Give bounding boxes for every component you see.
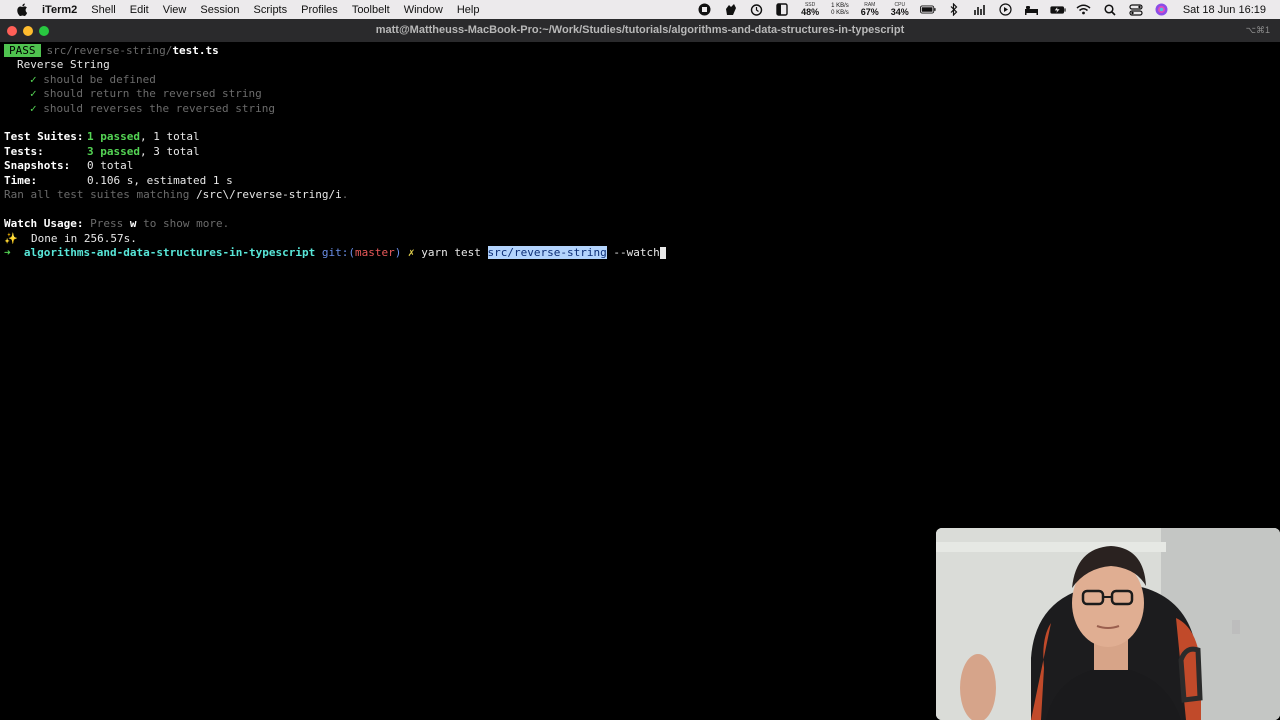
selected-argument[interactable]: src/reverse-string: [487, 246, 607, 259]
watch-usage-line: Watch Usage: Press w to show more.: [4, 217, 229, 231]
watch-label: Watch Usage:: [4, 217, 84, 230]
ssd-usage[interactable]: SSD 48%: [801, 2, 820, 17]
prompt-directory: algorithms-and-data-structures-in-typesc…: [23, 246, 316, 259]
terminal-title-bar: matt@Mattheuss-MacBook-Pro:~/Work/Studie…: [0, 19, 1280, 42]
wifi-icon[interactable]: [1076, 4, 1092, 16]
test-name: should be defined: [43, 73, 156, 86]
menu-profiles[interactable]: Profiles: [301, 4, 338, 16]
summary-label: Snapshots:: [4, 159, 71, 172]
ssd-value: 48%: [801, 6, 820, 17]
git-branch: master: [355, 246, 395, 259]
menu-edit[interactable]: Edit: [130, 4, 149, 16]
sidebar-icon[interactable]: [774, 3, 790, 16]
command-text[interactable]: yarn test: [421, 246, 487, 259]
test-file-line: PASS src/reverse-string/test.ts: [4, 44, 219, 58]
summary-suites: Test Suites: 1 passed, 1 total: [4, 130, 200, 144]
dirty-marker: ✗: [408, 246, 415, 259]
check-icon: ✓: [30, 102, 37, 115]
done-text: Done in 256.57s.: [17, 232, 137, 245]
network-speed[interactable]: 1 KB/s 0 KB/s: [831, 3, 849, 17]
summary-total: , 1 total: [139, 130, 200, 143]
menu-toolbelt[interactable]: Toolbelt: [352, 4, 390, 16]
cpu-usage[interactable]: CPU 34%: [890, 2, 909, 17]
network-down: 0 KB/s: [831, 9, 849, 16]
network-icon[interactable]: [972, 4, 988, 16]
timer-icon[interactable]: [748, 4, 764, 16]
test-result-line: ✓ should be defined: [30, 73, 156, 87]
ran-pattern: /src\/reverse-string/i: [196, 188, 342, 201]
text-cursor: [659, 247, 666, 259]
ram-usage[interactable]: RAM 67%: [860, 2, 879, 17]
test-name: should return the reversed string: [43, 87, 262, 100]
watch-text: Press: [90, 217, 130, 230]
apple-icon[interactable]: [15, 0, 29, 19]
summary-label: Tests:: [4, 145, 44, 158]
test-path-file: test.ts: [172, 44, 219, 57]
summary-passed: 1 passed: [87, 130, 140, 143]
git-label: git:(: [321, 246, 356, 259]
ran-all-line: Ran all test suites matching /src\/rever…: [4, 188, 348, 202]
ram-value: 67%: [860, 6, 879, 17]
done-line: ✨ Done in 256.57s.: [4, 232, 137, 246]
test-result-line: ✓ should return the reversed string: [30, 87, 262, 101]
summary-tests: Tests: 3 passed, 3 total: [4, 145, 200, 159]
summary-snapshots: Snapshots: 0 total: [4, 159, 133, 173]
check-icon: ✓: [30, 73, 37, 86]
bluetooth-icon[interactable]: [946, 3, 962, 16]
cpu-value: 34%: [890, 6, 909, 17]
menu-window[interactable]: Window: [404, 4, 443, 16]
summary-time: Time: 0.106 s, estimated 1 s: [4, 174, 233, 188]
check-icon: ✓: [30, 87, 37, 100]
prompt-arrow-icon: ➜: [4, 246, 11, 259]
summary-label: Test Suites:: [4, 130, 84, 143]
menu-scripts[interactable]: Scripts: [254, 4, 288, 16]
network-up: 1 KB/s: [831, 2, 849, 9]
macos-menu-bar: iTerm2 Shell Edit View Session Scripts P…: [0, 0, 1280, 19]
test-path-dir: src/reverse-string/: [46, 44, 173, 57]
play-circle-icon[interactable]: [998, 3, 1014, 16]
suite-name: Reverse String: [17, 58, 110, 71]
webcam-overlay: [936, 528, 1280, 720]
git-label-close: ): [394, 246, 402, 259]
stop-recording-icon[interactable]: [696, 3, 712, 16]
battery-charging-icon[interactable]: [1050, 4, 1066, 16]
siri-icon[interactable]: [1154, 3, 1170, 16]
menu-shell[interactable]: Shell: [91, 4, 115, 16]
presenter-video-image: [936, 528, 1280, 720]
menubar-clock[interactable]: Sat 18 Jun 16:19: [1183, 4, 1266, 16]
menu-session[interactable]: Session: [200, 4, 239, 16]
sparkle-icon: ✨: [4, 232, 18, 245]
bed-icon[interactable]: [1024, 4, 1040, 16]
hand-icon[interactable]: [722, 4, 738, 16]
shell-prompt[interactable]: ➜ algorithms-and-data-structures-in-type…: [4, 246, 666, 260]
menubar-status-area: SSD 48% 1 KB/s 0 KB/s RAM 67% CPU 34% Sa…: [691, 0, 1280, 19]
pass-badge: PASS: [4, 44, 41, 57]
control-center-icon[interactable]: [1128, 3, 1144, 16]
test-name: should reverses the reversed string: [43, 102, 276, 115]
menu-help[interactable]: Help: [457, 4, 480, 16]
ran-suffix: .: [341, 188, 349, 201]
command-rest[interactable]: --watch: [607, 246, 659, 259]
search-icon[interactable]: [1102, 3, 1118, 16]
test-result-line: ✓ should reverses the reversed string: [30, 102, 275, 116]
menu-view[interactable]: View: [163, 4, 187, 16]
window-shortcut: ⌥⌘1: [1245, 25, 1270, 35]
summary-passed: 3 passed: [87, 145, 140, 158]
summary-value: 0 total: [87, 159, 134, 172]
ran-prefix: Ran all test suites matching: [4, 188, 197, 201]
summary-total: , 3 total: [139, 145, 200, 158]
menu-app-name[interactable]: iTerm2: [42, 4, 77, 16]
battery-icon[interactable]: [919, 4, 936, 16]
window-title: matt@Mattheuss-MacBook-Pro:~/Work/Studie…: [375, 24, 905, 36]
summary-value: 0.106 s, estimated 1 s: [87, 174, 233, 187]
watch-text: to show more.: [136, 217, 230, 230]
summary-label: Time:: [4, 174, 38, 187]
